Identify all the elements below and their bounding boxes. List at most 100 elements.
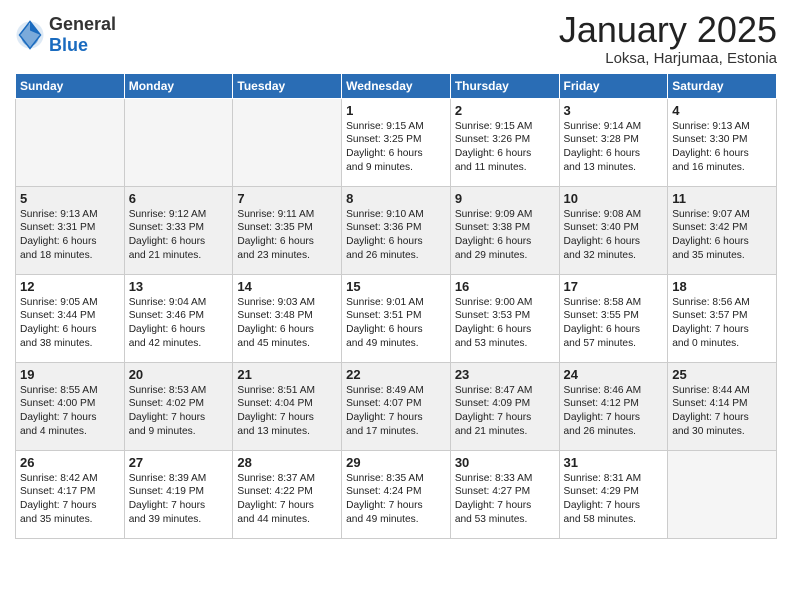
logo-blue-text: Blue	[49, 35, 88, 55]
day-number: 19	[20, 367, 120, 382]
day-number: 13	[129, 279, 229, 294]
day-number: 16	[455, 279, 555, 294]
calendar-cell: 7 Sunrise: 9:11 AMSunset: 3:35 PMDaylight…	[233, 186, 342, 274]
cell-content: Sunrise: 8:39 AMSunset: 4:19 PMDaylight:…	[129, 472, 229, 527]
calendar-cell: 16 Sunrise: 9:00 AMSunset: 3:53 PMDayligh…	[450, 274, 559, 362]
day-number: 27	[129, 455, 229, 470]
calendar-cell	[668, 450, 777, 538]
weekday-header-saturday: Saturday	[668, 73, 777, 98]
calendar-cell: 3 Sunrise: 9:14 AMSunset: 3:28 PMDaylight…	[559, 98, 668, 186]
day-number: 7	[237, 191, 337, 206]
cell-content: Sunrise: 9:13 AMSunset: 3:30 PMDaylight:…	[672, 120, 772, 175]
weekday-header-thursday: Thursday	[450, 73, 559, 98]
cell-content: Sunrise: 8:53 AMSunset: 4:02 PMDaylight:…	[129, 384, 229, 439]
day-number: 28	[237, 455, 337, 470]
cell-content: Sunrise: 8:31 AMSunset: 4:29 PMDaylight:…	[564, 472, 664, 527]
calendar-cell: 10 Sunrise: 9:08 AMSunset: 3:40 PMDayligh…	[559, 186, 668, 274]
calendar-cell	[16, 98, 125, 186]
day-number: 1	[346, 103, 446, 118]
calendar-cell: 21 Sunrise: 8:51 AMSunset: 4:04 PMDayligh…	[233, 362, 342, 450]
calendar-week-row: 12 Sunrise: 9:05 AMSunset: 3:44 PMDayligh…	[16, 274, 777, 362]
cell-content: Sunrise: 8:47 AMSunset: 4:09 PMDaylight:…	[455, 384, 555, 439]
calendar-cell: 20 Sunrise: 8:53 AMSunset: 4:02 PMDayligh…	[124, 362, 233, 450]
day-number: 18	[672, 279, 772, 294]
calendar-cell: 23 Sunrise: 8:47 AMSunset: 4:09 PMDayligh…	[450, 362, 559, 450]
day-number: 17	[564, 279, 664, 294]
day-number: 11	[672, 191, 772, 206]
cell-content: Sunrise: 8:46 AMSunset: 4:12 PMDaylight:…	[564, 384, 664, 439]
cell-content: Sunrise: 8:58 AMSunset: 3:55 PMDaylight:…	[564, 296, 664, 351]
day-number: 25	[672, 367, 772, 382]
cell-content: Sunrise: 8:49 AMSunset: 4:07 PMDaylight:…	[346, 384, 446, 439]
day-number: 26	[20, 455, 120, 470]
day-number: 2	[455, 103, 555, 118]
calendar-cell: 19 Sunrise: 8:55 AMSunset: 4:00 PMDayligh…	[16, 362, 125, 450]
calendar-cell: 13Sunrise: 9:04 AMSunset: 3:46 PMDayligh…	[124, 274, 233, 362]
cell-content: Sunrise: 9:14 AMSunset: 3:28 PMDaylight:…	[564, 120, 664, 175]
day-number: 31	[564, 455, 664, 470]
calendar-cell: 15Sunrise: 9:01 AMSunset: 3:51 PMDayligh…	[342, 274, 451, 362]
calendar-cell: 31 Sunrise: 8:31 AMSunset: 4:29 PMDayligh…	[559, 450, 668, 538]
calendar-week-row: 19 Sunrise: 8:55 AMSunset: 4:00 PMDayligh…	[16, 362, 777, 450]
calendar-cell: 4Sunrise: 9:13 AMSunset: 3:30 PMDaylight…	[668, 98, 777, 186]
cell-content: Sunrise: 9:01 AMSunset: 3:51 PMDaylight:…	[346, 296, 446, 351]
weekday-header-tuesday: Tuesday	[233, 73, 342, 98]
weekday-header-sunday: Sunday	[16, 73, 125, 98]
cell-content: Sunrise: 8:44 AMSunset: 4:14 PMDaylight:…	[672, 384, 772, 439]
calendar-cell	[124, 98, 233, 186]
logo: General Blue	[15, 14, 116, 56]
title-block: January 2025 Loksa, Harjumaa, Estonia	[559, 10, 777, 67]
calendar-week-row: 26Sunrise: 8:42 AMSunset: 4:17 PMDayligh…	[16, 450, 777, 538]
month-year-title: January 2025	[559, 10, 777, 50]
cell-content: Sunrise: 8:35 AMSunset: 4:24 PMDaylight:…	[346, 472, 446, 527]
cell-content: Sunrise: 8:56 AMSunset: 3:57 PMDaylight:…	[672, 296, 772, 351]
cell-content: Sunrise: 9:15 AMSunset: 3:25 PMDaylight:…	[346, 120, 446, 175]
cell-content: Sunrise: 9:13 AMSunset: 3:31 PMDaylight:…	[20, 208, 120, 263]
day-number: 10	[564, 191, 664, 206]
logo-general-text: General	[49, 14, 116, 34]
calendar-cell: 14 Sunrise: 9:03 AMSunset: 3:48 PMDayligh…	[233, 274, 342, 362]
cell-content: Sunrise: 9:09 AMSunset: 3:38 PMDaylight:…	[455, 208, 555, 263]
calendar-cell: 2 Sunrise: 9:15 AMSunset: 3:26 PMDaylight…	[450, 98, 559, 186]
cell-content: Sunrise: 9:10 AMSunset: 3:36 PMDaylight:…	[346, 208, 446, 263]
weekday-header-row: SundayMondayTuesdayWednesdayThursdayFrid…	[16, 73, 777, 98]
calendar-cell: 8 Sunrise: 9:10 AMSunset: 3:36 PMDaylight…	[342, 186, 451, 274]
weekday-header-wednesday: Wednesday	[342, 73, 451, 98]
day-number: 20	[129, 367, 229, 382]
cell-content: Sunrise: 9:07 AMSunset: 3:42 PMDaylight:…	[672, 208, 772, 263]
day-number: 8	[346, 191, 446, 206]
day-number: 21	[237, 367, 337, 382]
cell-content: Sunrise: 9:12 AMSunset: 3:33 PMDaylight:…	[129, 208, 229, 263]
calendar-cell: 30Sunrise: 8:33 AMSunset: 4:27 PMDayligh…	[450, 450, 559, 538]
calendar-cell: 18 Sunrise: 8:56 AMSunset: 3:57 PMDayligh…	[668, 274, 777, 362]
calendar-cell: 1 Sunrise: 9:15 AMSunset: 3:25 PMDaylight…	[342, 98, 451, 186]
calendar-cell: 29Sunrise: 8:35 AMSunset: 4:24 PMDayligh…	[342, 450, 451, 538]
cell-content: Sunrise: 9:00 AMSunset: 3:53 PMDaylight:…	[455, 296, 555, 351]
weekday-header-friday: Friday	[559, 73, 668, 98]
logo-icon	[15, 20, 45, 50]
cell-content: Sunrise: 9:03 AMSunset: 3:48 PMDaylight:…	[237, 296, 337, 351]
cell-content: Sunrise: 9:15 AMSunset: 3:26 PMDaylight:…	[455, 120, 555, 175]
calendar-cell: 11 Sunrise: 9:07 AMSunset: 3:42 PMDayligh…	[668, 186, 777, 274]
calendar-cell: 24Sunrise: 8:46 AMSunset: 4:12 PMDayligh…	[559, 362, 668, 450]
location-subtitle: Loksa, Harjumaa, Estonia	[559, 50, 777, 67]
day-number: 23	[455, 367, 555, 382]
calendar-cell: 28Sunrise: 8:37 AMSunset: 4:22 PMDayligh…	[233, 450, 342, 538]
day-number: 22	[346, 367, 446, 382]
cell-content: Sunrise: 9:08 AMSunset: 3:40 PMDaylight:…	[564, 208, 664, 263]
calendar-week-row: 1 Sunrise: 9:15 AMSunset: 3:25 PMDaylight…	[16, 98, 777, 186]
day-number: 5	[20, 191, 120, 206]
day-number: 3	[564, 103, 664, 118]
cell-content: Sunrise: 9:05 AMSunset: 3:44 PMDaylight:…	[20, 296, 120, 351]
calendar-cell: 22 Sunrise: 8:49 AMSunset: 4:07 PMDayligh…	[342, 362, 451, 450]
day-number: 12	[20, 279, 120, 294]
cell-content: Sunrise: 9:11 AMSunset: 3:35 PMDaylight:…	[237, 208, 337, 263]
calendar-cell: 9Sunrise: 9:09 AMSunset: 3:38 PMDaylight…	[450, 186, 559, 274]
cell-content: Sunrise: 8:51 AMSunset: 4:04 PMDaylight:…	[237, 384, 337, 439]
day-number: 14	[237, 279, 337, 294]
calendar-cell: 5 Sunrise: 9:13 AMSunset: 3:31 PMDaylight…	[16, 186, 125, 274]
cell-content: Sunrise: 8:55 AMSunset: 4:00 PMDaylight:…	[20, 384, 120, 439]
calendar-cell: 26Sunrise: 8:42 AMSunset: 4:17 PMDayligh…	[16, 450, 125, 538]
calendar-table: SundayMondayTuesdayWednesdayThursdayFrid…	[15, 73, 777, 539]
calendar-cell: 12 Sunrise: 9:05 AMSunset: 3:44 PMDayligh…	[16, 274, 125, 362]
